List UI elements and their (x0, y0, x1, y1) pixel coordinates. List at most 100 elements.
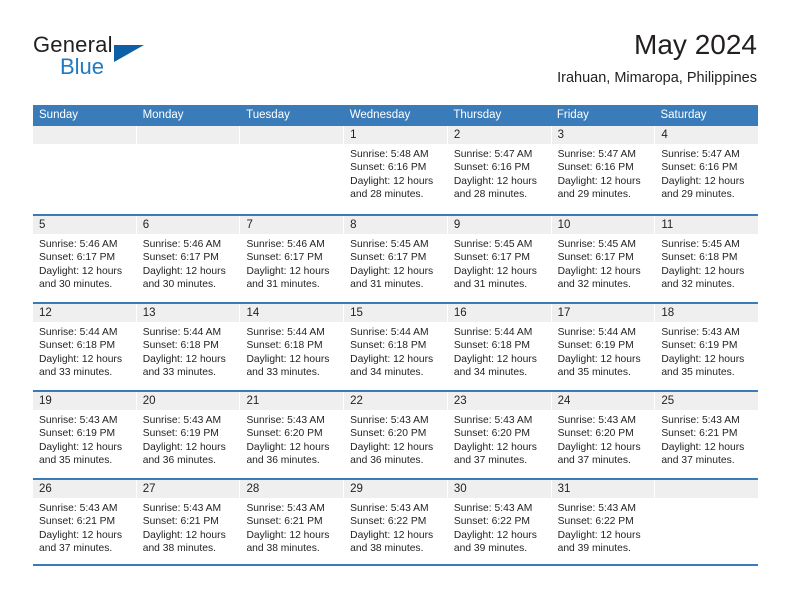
day-cell[interactable]: 21 Sunrise: 5:43 AM Sunset: 6:20 PM Dayligh… (240, 392, 345, 478)
day-cell[interactable]: 25 Sunrise: 5:43 AM Sunset: 6:21 PM Dayligh… (655, 392, 759, 478)
day-cell[interactable]: 10 Sunrise: 5:45 AM Sunset: 6:17 PM Dayligh… (551, 216, 656, 302)
daylight-text: Daylight: 12 hours (246, 353, 330, 365)
general-blue-logo[interactable]: General Blue (33, 32, 193, 92)
day-cell[interactable]: 12 Sunrise: 5:44 AM Sunset: 6:18 PM Dayligh… (33, 304, 137, 390)
weekday-header-sunday: Sunday (39, 109, 79, 121)
day-number-band: 20 (136, 392, 240, 410)
day-details: Sunrise: 5:45 AM Sunset: 6:18 PM Daylight:… (655, 234, 758, 292)
day-cell[interactable]: 18 Sunrise: 5:43 AM Sunset: 6:19 PM Dayligh… (655, 304, 759, 390)
daylight-text: Daylight: 12 hours (142, 441, 226, 453)
day-cell[interactable]: 24 Sunrise: 5:43 AM Sunset: 6:20 PM Dayligh… (551, 392, 656, 478)
day-number: 26 (39, 483, 52, 495)
daylight-text: Daylight: 12 hours (557, 265, 641, 277)
day-number-band: 4 (655, 126, 759, 144)
day-details: Sunrise: 5:43 AM Sunset: 6:20 PM Daylight:… (240, 410, 343, 468)
sunset-text: Sunset: 6:18 PM (142, 340, 219, 352)
daylight-text: and 29 minutes. (557, 189, 631, 201)
day-cell[interactable]: 20 Sunrise: 5:43 AM Sunset: 6:19 PM Dayligh… (136, 392, 241, 478)
daylight-text: Daylight: 12 hours (246, 265, 330, 277)
sunset-text: Sunset: 6:21 PM (246, 516, 323, 528)
day-number: 31 (557, 483, 571, 495)
day-cell[interactable]: 5 Sunrise: 5:46 AM Sunset: 6:17 PM Daylight… (33, 216, 137, 302)
day-cell[interactable]: 8 Sunrise: 5:45 AM Sunset: 6:17 PM Daylight… (344, 216, 448, 302)
day-cell[interactable]: 17 Sunrise: 5:44 AM Sunset: 6:19 PM Dayligh… (551, 304, 656, 390)
day-number: 7 (246, 219, 253, 231)
day-number: 24 (557, 395, 571, 407)
day-cell[interactable]: 3 Sunrise: 5:47 AM Sunset: 6:16 PM Daylight… (551, 126, 656, 214)
day-cell[interactable]: 26 Sunrise: 5:43 AM Sunset: 6:21 PM Dayligh… (33, 480, 137, 564)
sunset-text: Sunset: 6:21 PM (661, 428, 738, 440)
sunrise-text: Sunrise: 5:43 AM (350, 415, 429, 426)
day-number-band: 10 (551, 216, 655, 234)
daylight-text: and 32 minutes. (557, 279, 631, 291)
day-number-band: 23 (447, 392, 551, 410)
day-details: Sunrise: 5:43 AM Sunset: 6:19 PM Daylight:… (655, 322, 758, 380)
day-cell[interactable]: 1 Sunrise: 5:48 AM Sunset: 6:16 PM Daylight… (344, 126, 448, 214)
day-number-band: 21 (240, 392, 344, 410)
daylight-text: and 37 minutes. (557, 455, 631, 467)
daylight-text: and 37 minutes. (453, 455, 528, 467)
daylight-text: Daylight: 12 hours (557, 175, 641, 187)
day-number-band: 16 (447, 304, 551, 322)
day-cell[interactable]: 2 Sunrise: 5:47 AM Sunset: 6:16 PM Daylight… (447, 126, 552, 214)
sunset-text: Sunset: 6:17 PM (350, 252, 427, 264)
title-block: May 2024 Irahuan, Mimaropa, Philippines (557, 28, 757, 87)
day-cell[interactable]: 27 Sunrise: 5:43 AM Sunset: 6:21 PM Dayligh… (136, 480, 241, 564)
day-number: 13 (142, 307, 156, 319)
sunset-text: Sunset: 6:20 PM (246, 428, 323, 440)
page-header: General Blue May 2024 Irahuan, Mimaropa,… (33, 28, 757, 98)
day-number: 15 (350, 307, 363, 319)
day-details: Sunrise: 5:43 AM Sunset: 6:20 PM Daylight:… (344, 410, 447, 468)
day-number-band: 13 (136, 304, 240, 322)
day-cell[interactable]: 14 Sunrise: 5:44 AM Sunset: 6:18 PM Dayligh… (240, 304, 345, 390)
weekday-header-saturday: Saturday (660, 109, 707, 121)
sunset-text: Sunset: 6:18 PM (661, 252, 738, 264)
day-number-band: 15 (344, 304, 447, 322)
day-cell[interactable]: 6 Sunrise: 5:46 AM Sunset: 6:17 PM Daylight… (136, 216, 241, 302)
sunset-text: Sunset: 6:18 PM (350, 340, 427, 352)
daylight-text: and 36 minutes. (142, 455, 216, 467)
day-cell[interactable]: 29 Sunrise: 5:43 AM Sunset: 6:22 PM Dayligh… (344, 480, 448, 564)
page-title: May 2024 (634, 29, 757, 60)
daylight-text: Daylight: 12 hours (661, 353, 745, 365)
sunrise-text: Sunrise: 5:45 AM (557, 239, 637, 250)
day-cell[interactable]: 15 Sunrise: 5:44 AM Sunset: 6:18 PM Dayligh… (344, 304, 448, 390)
daylight-text: Daylight: 12 hours (661, 265, 745, 277)
day-cell[interactable]: 16 Sunrise: 5:44 AM Sunset: 6:18 PM Dayligh… (447, 304, 552, 390)
day-cell[interactable]: 31 Sunrise: 5:43 AM Sunset: 6:22 PM Dayligh… (551, 480, 656, 564)
day-number: 2 (453, 129, 461, 141)
sunrise-text: Sunrise: 5:43 AM (557, 415, 637, 426)
daylight-text: and 28 minutes. (453, 189, 528, 201)
day-cell[interactable]: 23 Sunrise: 5:43 AM Sunset: 6:20 PM Dayligh… (447, 392, 552, 478)
day-cell[interactable]: 4 Sunrise: 5:47 AM Sunset: 6:16 PM Daylight… (655, 126, 759, 214)
daylight-text: Daylight: 12 hours (142, 529, 226, 541)
day-details: Sunrise: 5:44 AM Sunset: 6:18 PM Daylight:… (448, 322, 551, 380)
sunset-text: Sunset: 6:16 PM (453, 162, 531, 174)
daylight-text: and 39 minutes. (453, 543, 528, 555)
day-details: Sunrise: 5:43 AM Sunset: 6:19 PM Daylight:… (137, 410, 240, 468)
daylight-text: and 31 minutes. (246, 279, 320, 291)
sunset-text: Sunset: 6:16 PM (350, 162, 427, 174)
day-cell[interactable]: 7 Sunrise: 5:46 AM Sunset: 6:17 PM Daylight… (240, 216, 345, 302)
daylight-text: and 36 minutes. (246, 455, 320, 467)
sunset-text: Sunset: 6:17 PM (142, 252, 219, 264)
day-cell[interactable]: 22 Sunrise: 5:43 AM Sunset: 6:20 PM Dayligh… (344, 392, 448, 478)
day-cell[interactable]: 30 Sunrise: 5:43 AM Sunset: 6:22 PM Dayligh… (447, 480, 552, 564)
sunset-text: Sunset: 6:19 PM (142, 428, 219, 440)
week-row: 5 Sunrise: 5:46 AM Sunset: 6:17 PM Daylight… (33, 214, 759, 302)
logo-triangle-icon (114, 45, 144, 62)
day-cell[interactable]: 11 Sunrise: 5:45 AM Sunset: 6:18 PM Dayligh… (655, 216, 759, 302)
day-cell[interactable]: 28 Sunrise: 5:43 AM Sunset: 6:21 PM Dayligh… (240, 480, 345, 564)
day-details: Sunrise: 5:43 AM Sunset: 6:22 PM Daylight:… (344, 498, 447, 556)
daylight-text: and 33 minutes. (39, 367, 113, 379)
daylight-text: Daylight: 12 hours (350, 353, 434, 365)
day-cell[interactable]: 9 Sunrise: 5:45 AM Sunset: 6:17 PM Daylight… (447, 216, 552, 302)
day-cell[interactable]: 13 Sunrise: 5:44 AM Sunset: 6:18 PM Dayligh… (136, 304, 241, 390)
day-number: 19 (39, 395, 52, 407)
daylight-text: and 30 minutes. (142, 279, 216, 291)
sunrise-text: Sunrise: 5:43 AM (39, 503, 118, 514)
daylight-text: and 33 minutes. (142, 367, 216, 379)
day-details: Sunrise: 5:43 AM Sunset: 6:19 PM Daylight:… (33, 410, 136, 468)
day-details: Sunrise: 5:44 AM Sunset: 6:18 PM Daylight:… (344, 322, 447, 380)
day-cell[interactable]: 19 Sunrise: 5:43 AM Sunset: 6:19 PM Dayligh… (33, 392, 137, 478)
